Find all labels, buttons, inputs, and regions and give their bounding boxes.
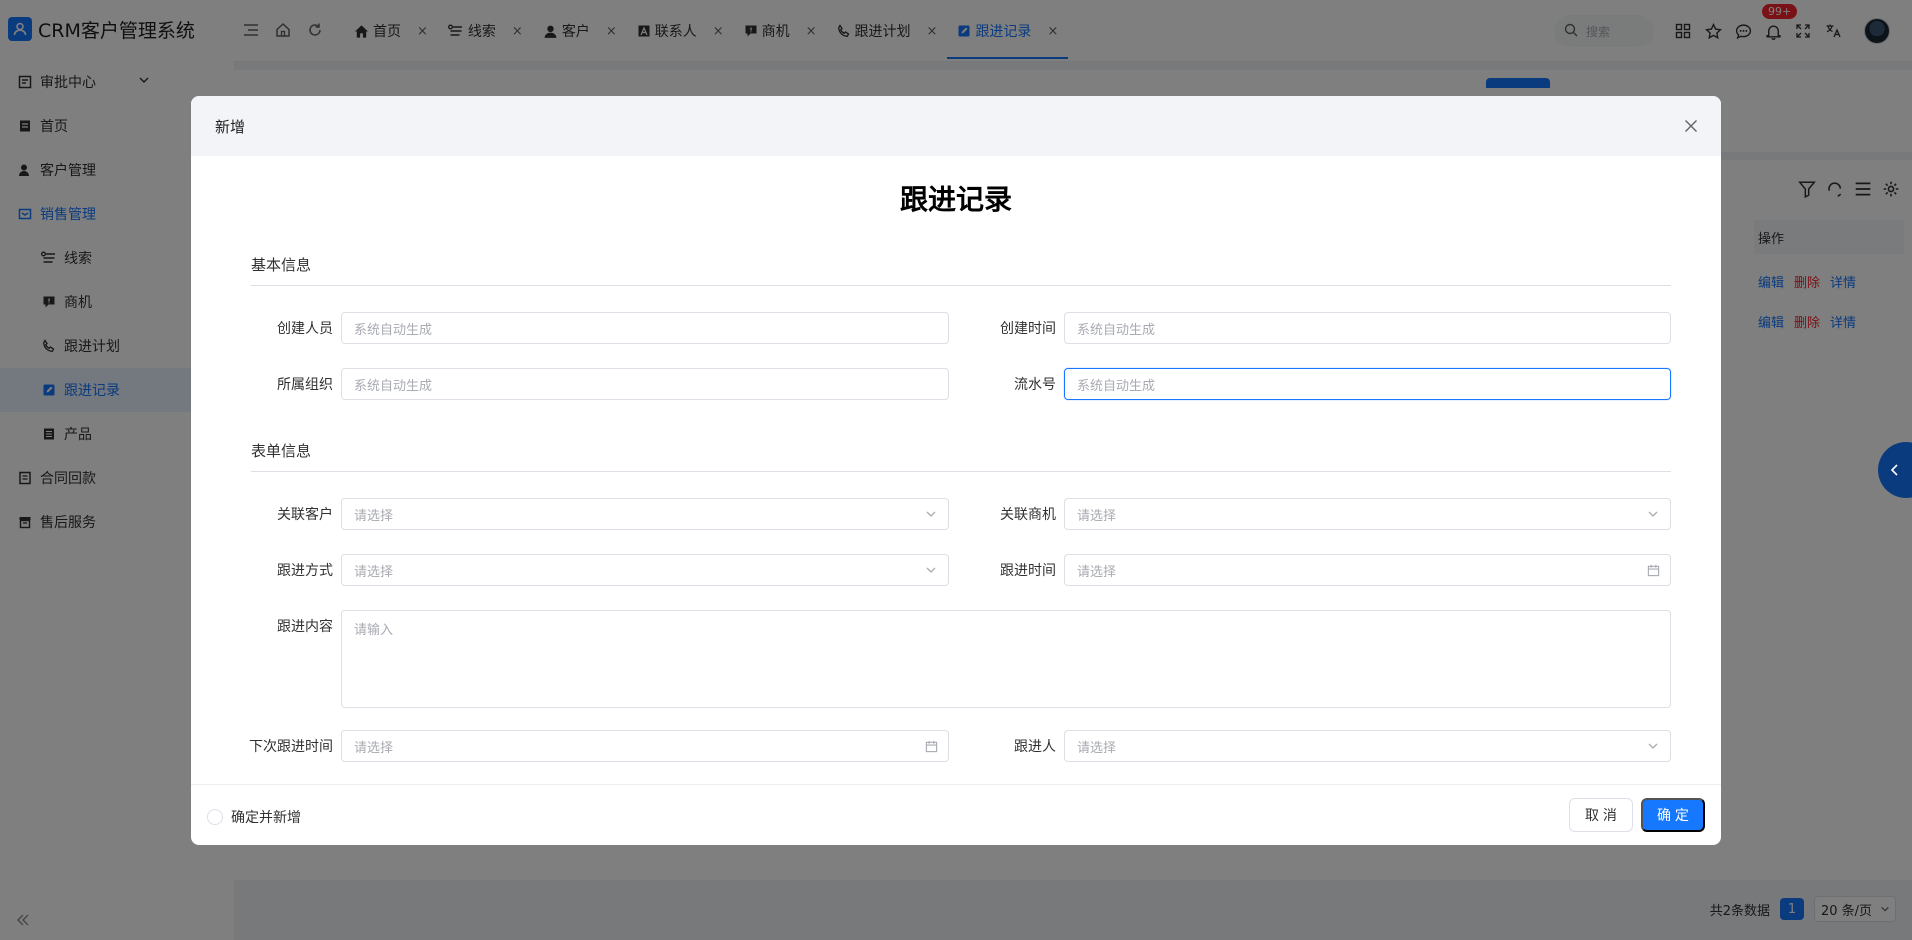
follower-placeholder: 请选择 — [1077, 740, 1117, 756]
created-at-label: 创建时间 — [1000, 321, 1056, 337]
confirm-and-new-label: 确定并新增 — [231, 810, 301, 826]
follow-time-picker[interactable]: 请选择 — [1064, 554, 1671, 586]
chevron-down-icon — [924, 507, 938, 521]
org-placeholder: 系统自动生成 — [354, 378, 433, 394]
created-at-field[interactable]: 系统自动生成 — [1064, 312, 1671, 344]
calendar-icon — [1646, 563, 1660, 577]
content-placeholder: 请输入 — [354, 623, 394, 638]
next-time-picker[interactable]: 请选择 — [341, 730, 949, 762]
close-icon[interactable] — [1681, 116, 1701, 136]
chevron-down-icon — [1646, 739, 1660, 753]
opportunity-placeholder: 请选择 — [1077, 508, 1117, 524]
dialog-footer: 确定并新增 取 消 确 定 — [191, 784, 1721, 845]
customer-placeholder: 请选择 — [354, 508, 394, 524]
serial-no-label: 流水号 — [1014, 377, 1056, 393]
follow-time-placeholder: 请选择 — [1077, 564, 1117, 580]
checkbox-box[interactable] — [207, 809, 223, 825]
content-textarea[interactable]: 请输入 — [341, 610, 1671, 708]
content-label: 跟进内容 — [277, 619, 333, 635]
opportunity-select[interactable]: 请选择 — [1064, 498, 1671, 530]
follow-time-label: 跟进时间 — [1000, 563, 1056, 579]
section-form-info: 表单信息 — [251, 440, 1671, 472]
opportunity-label: 关联商机 — [1000, 507, 1056, 523]
chevron-left-icon — [1888, 463, 1902, 477]
customer-label: 关联客户 — [277, 507, 333, 523]
customer-select[interactable]: 请选择 — [341, 498, 949, 530]
serial-no-field[interactable]: 系统自动生成 — [1064, 368, 1671, 400]
created-at-placeholder: 系统自动生成 — [1077, 322, 1156, 338]
creator-placeholder: 系统自动生成 — [354, 322, 433, 338]
calendar-icon — [924, 739, 938, 753]
chevron-down-icon — [1646, 507, 1660, 521]
add-dialog: 新增 跟进记录 基本信息 创建人员 系统自动生成 创建时间 系统自动生成 所属组… — [191, 96, 1721, 845]
next-time-label: 下次跟进时间 — [249, 739, 333, 755]
confirm-and-new-checkbox[interactable]: 确定并新增 — [207, 807, 301, 827]
cancel-button[interactable]: 取 消 — [1569, 798, 1633, 832]
dialog-body: 跟进记录 基本信息 创建人员 系统自动生成 创建时间 系统自动生成 所属组织 系… — [191, 156, 1721, 784]
dialog-header: 新增 — [191, 96, 1721, 156]
chevron-down-icon — [924, 563, 938, 577]
method-placeholder: 请选择 — [354, 564, 394, 580]
form-title: 跟进记录 — [899, 183, 1012, 216]
org-field[interactable]: 系统自动生成 — [341, 368, 949, 400]
method-select[interactable]: 请选择 — [341, 554, 949, 586]
serial-no-placeholder: 系统自动生成 — [1077, 378, 1156, 394]
follower-select[interactable]: 请选择 — [1064, 730, 1671, 762]
next-time-placeholder: 请选择 — [354, 740, 394, 756]
ok-button[interactable]: 确 定 — [1641, 798, 1705, 832]
follower-label: 跟进人 — [1014, 739, 1056, 755]
org-label: 所属组织 — [277, 377, 333, 393]
creator-label: 创建人员 — [277, 321, 333, 337]
creator-field[interactable]: 系统自动生成 — [341, 312, 949, 344]
dialog-header-title: 新增 — [215, 117, 246, 136]
section-basic-info: 基本信息 — [251, 254, 1671, 286]
method-label: 跟进方式 — [277, 563, 333, 579]
